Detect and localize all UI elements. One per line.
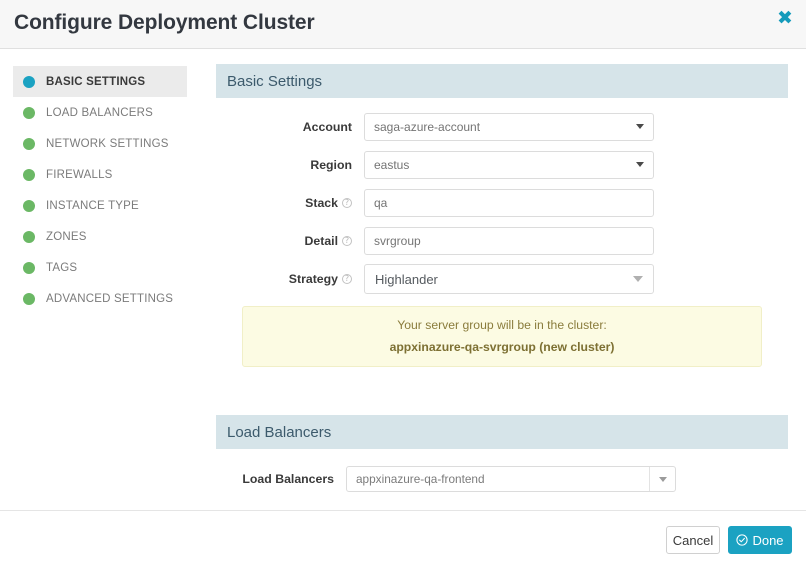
- cluster-info-box: Your server group will be in the cluster…: [242, 306, 762, 367]
- done-button-label: Done: [752, 532, 784, 548]
- sidebar-item-basic-settings[interactable]: BASIC SETTINGS: [13, 66, 187, 97]
- basic-settings-form: Account Region Stack: [216, 98, 788, 367]
- load-balancers-section-header: Load Balancers: [216, 415, 788, 449]
- status-dot-icon: [23, 137, 35, 150]
- sidebar-item-label: INSTANCE TYPE: [46, 199, 139, 212]
- sidebar-nav: BASIC SETTINGS LOAD BALANCERS NETWORK SE…: [13, 66, 187, 314]
- sidebar-item-label: BASIC SETTINGS: [46, 75, 146, 88]
- help-icon[interactable]: ?: [342, 236, 352, 246]
- sidebar-item-zones[interactable]: ZONES: [13, 221, 187, 252]
- sidebar-item-network-settings[interactable]: NETWORK SETTINGS: [13, 128, 187, 159]
- load-balancers-select[interactable]: appxinazure-qa-frontend: [346, 466, 676, 492]
- stack-label-text: Stack: [305, 196, 338, 210]
- detail-label: Detail ?: [216, 234, 364, 248]
- cluster-info-line-1: Your server group will be in the cluster…: [397, 318, 607, 332]
- account-label: Account: [302, 120, 352, 134]
- sidebar-item-tags[interactable]: TAGS: [13, 252, 187, 283]
- sidebar-item-instance-type[interactable]: INSTANCE TYPE: [13, 190, 187, 221]
- status-dot-icon: [23, 168, 35, 181]
- page-title: Configure Deployment Cluster: [14, 11, 315, 34]
- detail-row: Detail ?: [216, 225, 788, 257]
- status-dot-icon: [23, 199, 35, 212]
- strategy-row: Strategy ? Highlander: [216, 263, 788, 295]
- detail-input-wrap: [364, 227, 654, 255]
- stack-label: Stack ?: [216, 196, 364, 210]
- cancel-button[interactable]: Cancel: [666, 526, 720, 554]
- modal-body: BASIC SETTINGS LOAD BALANCERS NETWORK SE…: [0, 49, 806, 510]
- help-icon[interactable]: ?: [342, 198, 352, 208]
- sidebar-item-load-balancers[interactable]: LOAD BALANCERS: [13, 97, 187, 128]
- sidebar-item-label: LOAD BALANCERS: [46, 106, 153, 119]
- region-label: Region: [310, 158, 352, 172]
- chevron-down-icon: [659, 477, 667, 482]
- sidebar-item-label: FIREWALLS: [46, 168, 113, 181]
- account-select-wrap: [364, 113, 654, 141]
- stack-input-wrap: [364, 189, 654, 217]
- stack-input[interactable]: [364, 189, 654, 217]
- close-icon[interactable]: ✖: [773, 6, 797, 30]
- sidebar-item-label: NETWORK SETTINGS: [46, 137, 169, 150]
- load-balancers-section: Load Balancers Load Balancers appxinazur…: [216, 415, 788, 510]
- modal-footer: Cancel Done: [0, 510, 806, 565]
- status-dot-icon: [23, 230, 35, 243]
- sidebar-item-label: ZONES: [46, 230, 87, 243]
- account-row: Account: [216, 111, 788, 143]
- configure-deployment-cluster-modal: Configure Deployment Cluster ✖ BASIC SET…: [0, 0, 806, 565]
- load-balancers-selected-value: appxinazure-qa-frontend: [356, 472, 485, 486]
- status-dot-icon: [23, 292, 35, 305]
- detail-input[interactable]: [364, 227, 654, 255]
- strategy-label-text: Strategy: [288, 272, 338, 286]
- status-dot-icon: [23, 75, 35, 88]
- modal-header: Configure Deployment Cluster ✖: [0, 0, 806, 49]
- load-balancers-form: Load Balancers appxinazure-qa-frontend T…: [216, 449, 788, 510]
- region-select[interactable]: [364, 151, 654, 179]
- settings-content: Basic Settings Account Region: [216, 64, 788, 510]
- strategy-select-wrap: Highlander: [364, 264, 654, 294]
- detail-label-text: Detail: [304, 234, 339, 248]
- region-select-wrap: [364, 151, 654, 179]
- status-dot-icon: [23, 261, 35, 274]
- sidebar-item-label: ADVANCED SETTINGS: [46, 292, 174, 305]
- strategy-select[interactable]: Highlander: [364, 264, 654, 294]
- done-button[interactable]: Done: [728, 526, 792, 554]
- load-balancers-row: Load Balancers appxinazure-qa-frontend: [216, 466, 788, 492]
- sidebar-item-firewalls[interactable]: FIREWALLS: [13, 159, 187, 190]
- stack-row: Stack ?: [216, 187, 788, 219]
- cluster-info-line-2: appxinazure-qa-svrgroup (new cluster): [389, 340, 615, 354]
- region-row: Region: [216, 149, 788, 181]
- account-select[interactable]: [364, 113, 654, 141]
- help-icon[interactable]: ?: [342, 274, 352, 284]
- basic-settings-section-header: Basic Settings: [216, 64, 788, 98]
- load-balancers-label: Load Balancers: [242, 472, 334, 486]
- sidebar-item-advanced-settings[interactable]: ADVANCED SETTINGS: [13, 283, 187, 314]
- check-circle-icon: [736, 534, 749, 546]
- strategy-label: Strategy ?: [216, 272, 364, 286]
- load-balancers-dropdown-button[interactable]: [649, 467, 675, 491]
- sidebar-item-label: TAGS: [46, 261, 78, 274]
- status-dot-icon: [23, 106, 35, 119]
